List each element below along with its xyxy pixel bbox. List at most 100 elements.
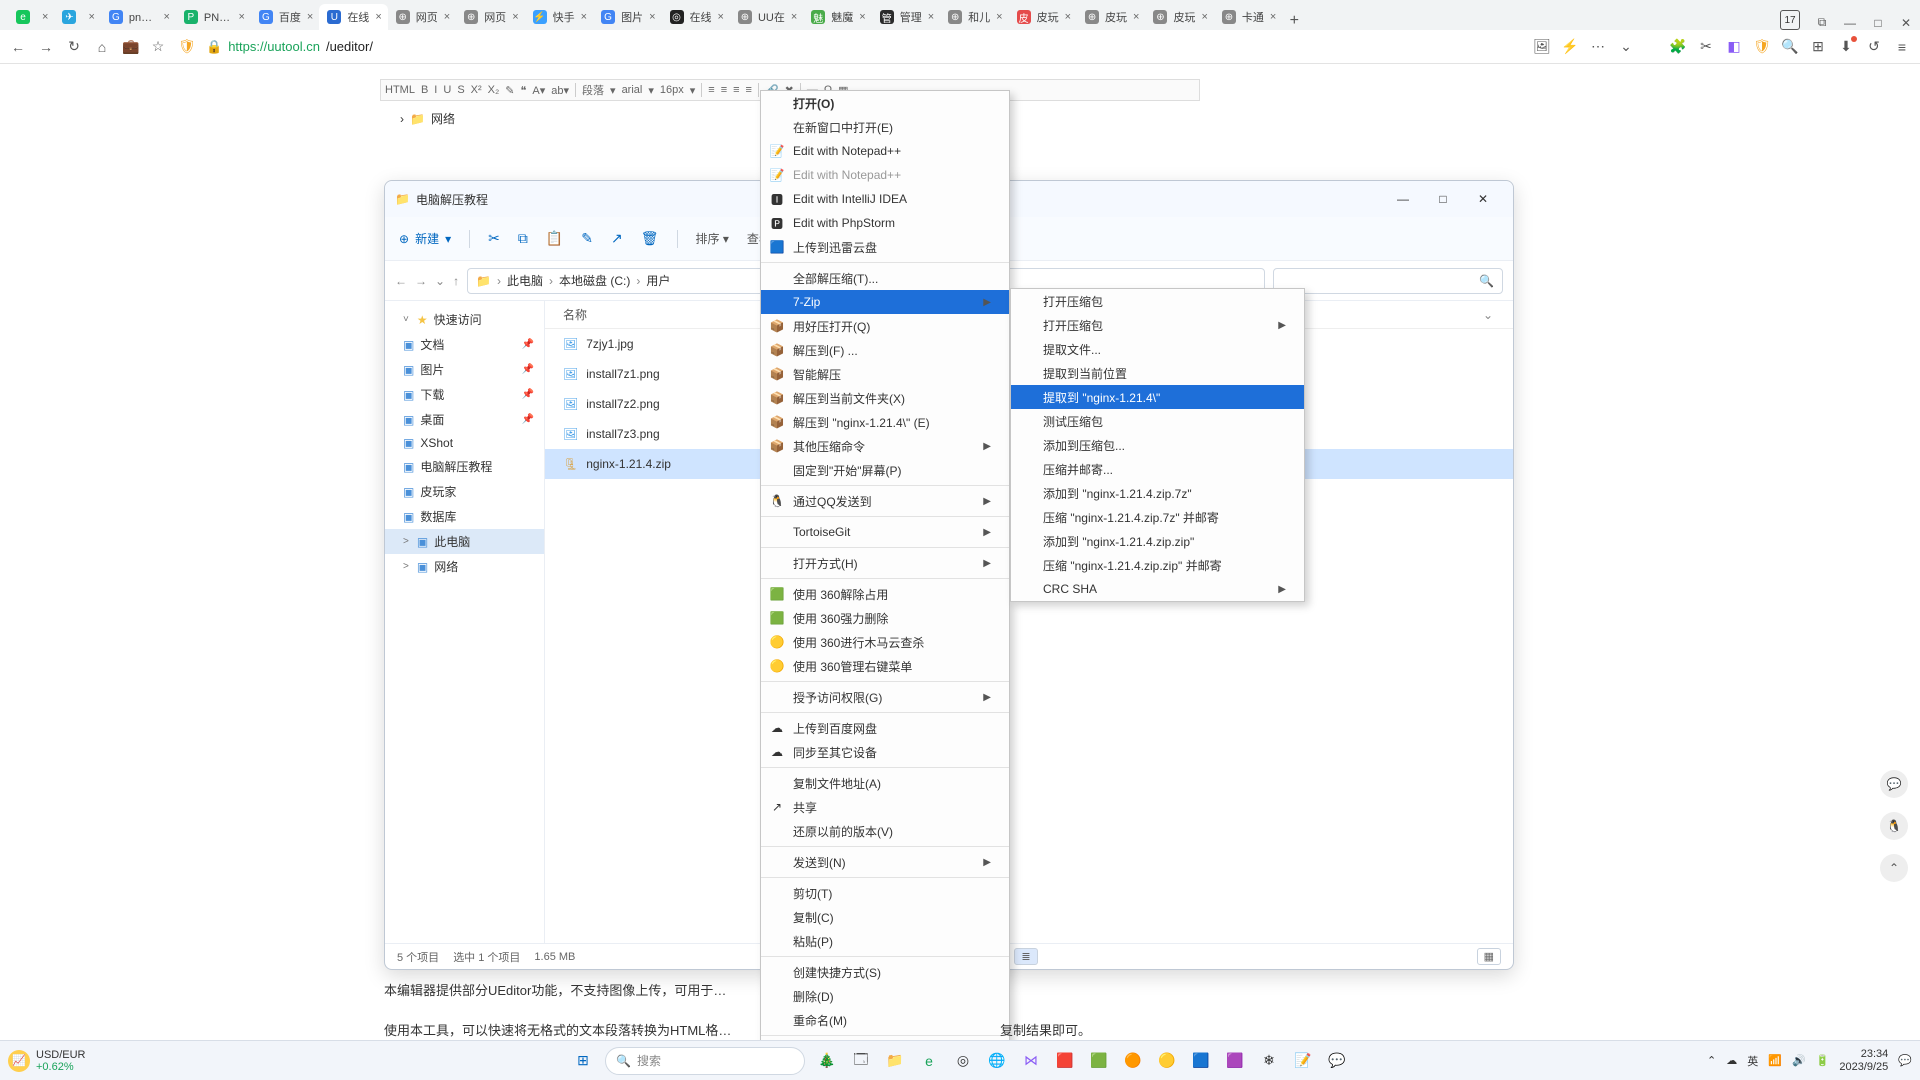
menu-item[interactable]: 压缩 "nginx-1.21.4.zip.7z" 并邮寄: [1011, 505, 1304, 529]
tab-close-icon[interactable]: ×: [791, 11, 797, 23]
crumb[interactable]: 此电脑: [507, 272, 543, 289]
menu-item[interactable]: 压缩 "nginx-1.21.4.zip.zip" 并邮寄: [1011, 553, 1304, 577]
menu-item[interactable]: ☁上传到百度网盘: [761, 716, 1009, 740]
menu-item[interactable]: 打开方式(H)▶: [761, 551, 1009, 575]
editor-tool[interactable]: ≡: [733, 84, 739, 96]
crumb[interactable]: 用户: [646, 272, 670, 289]
tab-close-icon[interactable]: ×: [375, 11, 381, 23]
browser-tab[interactable]: 管管理×: [872, 4, 940, 30]
menu-item[interactable]: 📦其他压缩命令▶: [761, 434, 1009, 458]
menu-item[interactable]: 📝Edit with Notepad++: [761, 139, 1009, 163]
ext-scissors-icon[interactable]: ✂: [1698, 39, 1714, 55]
menu-item[interactable]: 🅸Edit with IntelliJ IDEA: [761, 187, 1009, 211]
side-top-icon[interactable]: ⌃: [1880, 854, 1908, 882]
browser-tab[interactable]: e×: [8, 4, 54, 30]
url-field[interactable]: 🔒 https://uutool.cn/ueditor/: [206, 39, 1522, 55]
loc-up-icon[interactable]: ↑: [453, 274, 459, 288]
tray-lang[interactable]: 英: [1747, 1053, 1758, 1069]
browser-tab[interactable]: ⊕网页×: [456, 4, 524, 30]
new-tab-button[interactable]: +: [1282, 12, 1306, 30]
browser-tab[interactable]: ⊕皮玩×: [1077, 4, 1145, 30]
menu-item[interactable]: 7-Zip▶: [761, 290, 1009, 314]
window-minimize-button[interactable]: —: [1836, 16, 1864, 30]
editor-tool[interactable]: ≡: [746, 84, 752, 96]
nav-item[interactable]: ▣数据库: [385, 504, 544, 529]
taskbar-stock-widget[interactable]: 📈 USD/EUR+0.62%: [8, 1049, 86, 1073]
menu-item[interactable]: 创建快捷方式(S): [761, 960, 1009, 984]
ext-grid-icon[interactable]: ⊞: [1810, 39, 1826, 55]
tab-close-icon[interactable]: ×: [1270, 11, 1276, 23]
menu-item[interactable]: 📦解压到当前文件夹(X): [761, 386, 1009, 410]
nav-item[interactable]: ▣图片📌: [385, 357, 544, 382]
browser-tab[interactable]: ✈×: [54, 4, 100, 30]
menu-item[interactable]: TortoiseGit▶: [761, 520, 1009, 544]
sort-button[interactable]: 排序 ▾: [696, 230, 729, 247]
tab-close-icon[interactable]: ×: [581, 11, 587, 23]
ext-chevron-icon[interactable]: ⌄: [1618, 39, 1634, 55]
tab-close-icon[interactable]: ×: [42, 11, 48, 23]
nav-reload-icon[interactable]: ↻: [66, 38, 82, 55]
paste-icon[interactable]: 📋: [546, 230, 563, 247]
editor-tool[interactable]: 16px: [660, 84, 684, 96]
ext-more-icon[interactable]: ⋯: [1590, 39, 1606, 55]
menu-item[interactable]: 全部解压缩(T)...: [761, 266, 1009, 290]
split-icon[interactable]: ⧉: [1808, 15, 1836, 30]
menu-item[interactable]: 压缩并邮寄...: [1011, 457, 1304, 481]
browser-tab[interactable]: 皮皮玩×: [1009, 4, 1077, 30]
browser-tab[interactable]: ⚡快手×: [525, 4, 593, 30]
taskbar-app-icon[interactable]: 🟠: [1121, 1049, 1145, 1073]
menu-item[interactable]: CRC SHA▶: [1011, 577, 1304, 601]
editor-tool[interactable]: ▾: [610, 84, 616, 97]
browser-tab[interactable]: ⊕网页×: [388, 4, 456, 30]
tab-close-icon[interactable]: ×: [1133, 11, 1139, 23]
nav-item[interactable]: >▣网络: [385, 554, 544, 579]
menu-item[interactable]: 📝Edit with Notepad++: [761, 163, 1009, 187]
window-maximize-button[interactable]: □: [1864, 16, 1892, 30]
tray-battery-icon[interactable]: 🔋: [1816, 1054, 1830, 1067]
editor-tool[interactable]: ▾: [690, 84, 696, 97]
menu-item[interactable]: 🟩使用 360解除占用: [761, 582, 1009, 606]
editor-tool[interactable]: I: [434, 84, 437, 96]
loc-forward-icon[interactable]: →: [415, 274, 427, 288]
browser-tab[interactable]: ◎在线×: [662, 4, 730, 30]
menu-item[interactable]: 📦解压到(F) ...: [761, 338, 1009, 362]
menu-item[interactable]: 提取到当前位置: [1011, 361, 1304, 385]
nav-star-icon[interactable]: ☆: [150, 38, 166, 55]
taskbar-vs-icon[interactable]: ⋈: [1019, 1049, 1043, 1073]
tab-close-icon[interactable]: ×: [649, 11, 655, 23]
menu-item[interactable]: 重命名(M): [761, 1008, 1009, 1032]
browser-tab[interactable]: G图片×: [593, 4, 661, 30]
explorer-search[interactable]: 🔍: [1273, 268, 1503, 294]
bg-tree-label[interactable]: 网络: [431, 110, 455, 127]
loc-chevron-icon[interactable]: ⌄: [435, 274, 445, 288]
side-qq-icon[interactable]: 🐧: [1880, 812, 1908, 840]
menu-item[interactable]: 添加到 "nginx-1.21.4.zip.7z": [1011, 481, 1304, 505]
menu-item[interactable]: 还原以前的版本(V): [761, 819, 1009, 843]
taskbar-ps-icon[interactable]: 🟪: [1223, 1049, 1247, 1073]
browser-tab[interactable]: U在线×: [319, 4, 387, 30]
menu-item[interactable]: 🟡使用 360管理右键菜单: [761, 654, 1009, 678]
delete-icon[interactable]: 🗑: [641, 230, 659, 247]
tab-close-icon[interactable]: ×: [859, 11, 865, 23]
ext-violet-icon[interactable]: ◧: [1726, 39, 1742, 55]
tray-wifi-icon[interactable]: 📶: [1768, 1054, 1782, 1067]
editor-tool[interactable]: X₂: [488, 84, 500, 96]
ext-shield2-icon[interactable]: 🛡: [1754, 39, 1770, 55]
cut-icon[interactable]: ✂: [488, 230, 500, 247]
nav-item[interactable]: ▣电脑解压教程: [385, 454, 544, 479]
menu-item[interactable]: 🟡使用 360进行木马云查杀: [761, 630, 1009, 654]
new-button[interactable]: ⊕新建▾: [399, 230, 451, 247]
taskbar-app-icon[interactable]: 🟩: [1087, 1049, 1111, 1073]
menu-item[interactable]: 📦解压到 "nginx-1.21.4\" (E): [761, 410, 1009, 434]
nav-item[interactable]: ▣文档📌: [385, 332, 544, 357]
nav-item[interactable]: ▣XShot: [385, 432, 544, 454]
menu-item[interactable]: 在新窗口中打开(E): [761, 115, 1009, 139]
taskbar-wechat-icon[interactable]: 💬: [1325, 1049, 1349, 1073]
browser-tab[interactable]: PPNG转×: [176, 4, 251, 30]
menu-item[interactable]: 🐧通过QQ发送到▶: [761, 489, 1009, 513]
editor-tool[interactable]: HTML: [385, 84, 415, 96]
taskbar-app-icon[interactable]: 🗔: [849, 1049, 873, 1073]
menu-item[interactable]: 测试压缩包: [1011, 409, 1304, 433]
editor-tool[interactable]: 段落: [582, 82, 604, 98]
taskbar-app-icon[interactable]: ◎: [951, 1049, 975, 1073]
